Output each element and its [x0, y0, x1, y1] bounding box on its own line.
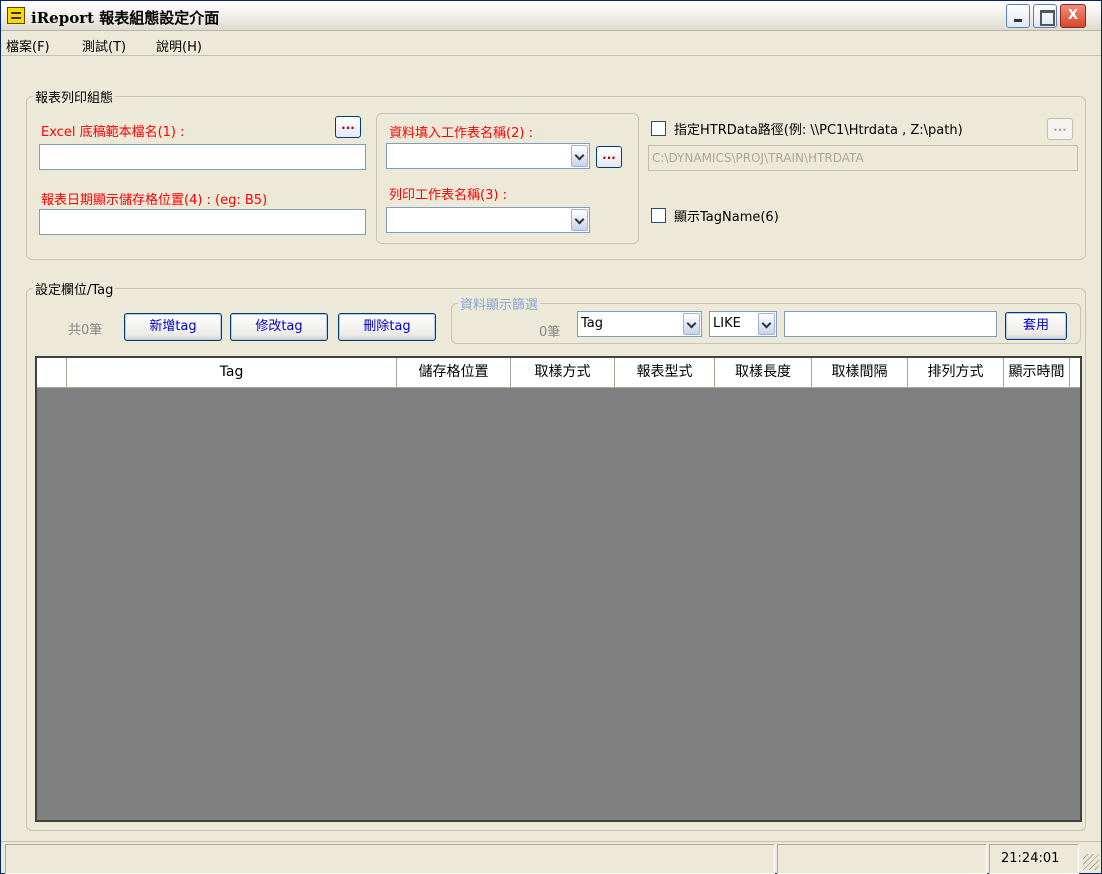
- window-title: iReport 報表組態設定介面: [31, 9, 220, 27]
- filter-value-input[interactable]: [784, 311, 997, 337]
- chevron-down-icon[interactable]: [571, 145, 588, 167]
- menu-file[interactable]: 檔案(F): [6, 36, 50, 55]
- tag-config-legend: 設定欄位/Tag: [35, 283, 114, 298]
- delete-tag-button[interactable]: 刪除tag: [338, 313, 436, 341]
- htrdata-path-checkbox[interactable]: [651, 121, 666, 136]
- chevron-down-icon[interactable]: [683, 313, 700, 335]
- grid-header: Tag 儲存格位置 取樣方式 報表型式 取樣長度 取樣間隔 排列方式 顯示時間: [37, 358, 1080, 388]
- status-bar: 21:24:01: [1, 841, 1101, 874]
- show-tagname-label: 顯示TagName(6): [674, 210, 779, 225]
- htrdata-path-label: 指定HTRData路徑(例: \\PC1\Htrdata , Z:\path): [674, 123, 963, 138]
- column-cell-position[interactable]: 儲存格位置: [397, 358, 511, 387]
- status-time: 21:24:01: [1001, 851, 1060, 866]
- app-icon: [7, 7, 25, 24]
- filter-field-select[interactable]: Tag: [577, 311, 702, 337]
- title-bar[interactable]: iReport 報表組態設定介面 X: [1, 1, 1101, 31]
- main-window: iReport 報表組態設定介面 X 檔案(F) 測試(T) 說明(H) 報表列…: [0, 0, 1102, 874]
- grid-row-header[interactable]: [37, 358, 67, 387]
- filter-legend: 資料顯示篩選: [460, 298, 539, 313]
- data-sheet-label: 資料填入工作表名稱(2) :: [389, 126, 533, 141]
- menu-help[interactable]: 說明(H): [156, 36, 202, 55]
- htrdata-path-input[interactable]: C:\DYNAMICS\PROJ\TRAIN\HTRDATA: [648, 145, 1078, 171]
- excel-template-browse-button[interactable]: ...: [335, 116, 361, 138]
- print-sheet-select[interactable]: [386, 207, 590, 233]
- filter-operator-value: LIKE: [713, 316, 741, 331]
- show-tagname-checkbox[interactable]: [651, 208, 666, 223]
- excel-template-label: Excel 底稿範本檔名(1) :: [41, 125, 185, 140]
- column-sampling-interval[interactable]: 取樣間隔: [812, 358, 908, 387]
- column-report-type[interactable]: 報表型式: [615, 358, 715, 387]
- data-sheet-browse-button[interactable]: ...: [596, 146, 622, 168]
- date-cell-label: 報表日期顯示儲存格位置(4) : (eg: B5): [41, 193, 268, 208]
- apply-filter-button[interactable]: 套用: [1005, 312, 1067, 340]
- excel-template-input[interactable]: [39, 144, 366, 170]
- chevron-down-icon[interactable]: [571, 209, 588, 231]
- column-sampling-length[interactable]: 取樣長度: [715, 358, 812, 387]
- tag-grid[interactable]: Tag 儲存格位置 取樣方式 報表型式 取樣長度 取樣間隔 排列方式 顯示時間: [35, 356, 1082, 822]
- filter-field-value: Tag: [581, 316, 604, 331]
- close-button[interactable]: X: [1060, 4, 1086, 28]
- column-display-time[interactable]: 顯示時間: [1004, 358, 1070, 387]
- print-sheet-label: 列印工作表名稱(3) :: [389, 188, 507, 203]
- edit-tag-button[interactable]: 修改tag: [230, 313, 328, 341]
- status-pane-middle: [777, 844, 987, 874]
- tag-count-label: 共0筆: [68, 323, 103, 338]
- chevron-down-icon[interactable]: [758, 313, 775, 335]
- column-sort-method[interactable]: 排列方式: [908, 358, 1004, 387]
- maximize-button[interactable]: [1033, 4, 1057, 28]
- htrdata-browse-button[interactable]: ...: [1047, 118, 1073, 140]
- filter-count-label: 0筆: [539, 325, 561, 340]
- date-cell-input[interactable]: [39, 209, 366, 235]
- filter-operator-select[interactable]: LIKE: [709, 311, 777, 337]
- data-sheet-select[interactable]: [386, 143, 590, 169]
- status-pane-main: [5, 844, 775, 874]
- column-tag[interactable]: Tag: [67, 358, 397, 387]
- column-sampling-method[interactable]: 取樣方式: [511, 358, 615, 387]
- menu-bar: 檔案(F) 測試(T) 說明(H): [1, 32, 1101, 56]
- minimize-button[interactable]: [1006, 4, 1030, 28]
- menu-test[interactable]: 測試(T): [82, 36, 126, 55]
- report-config-legend: 報表列印組態: [35, 91, 114, 106]
- resize-grip-icon[interactable]: [1083, 854, 1099, 870]
- add-tag-button[interactable]: 新增tag: [124, 313, 222, 341]
